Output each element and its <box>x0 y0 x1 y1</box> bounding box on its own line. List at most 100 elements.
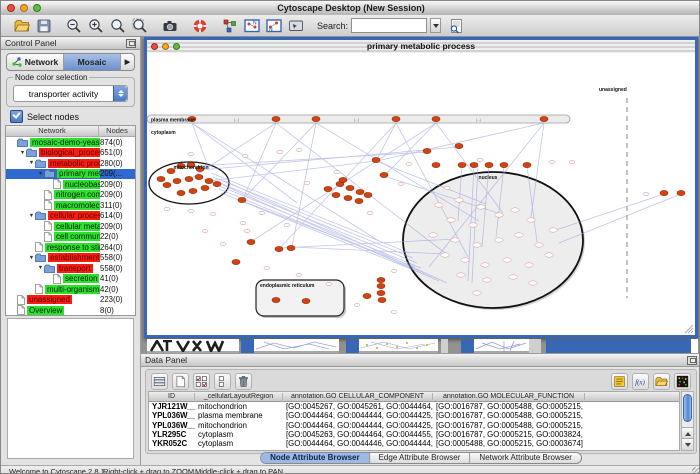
table-cell[interactable]: mitochondrion <box>195 421 283 430</box>
tree-col-nodes[interactable]: Nodes <box>99 126 135 136</box>
attribute-function-button[interactable]: f(x) <box>632 373 649 390</box>
table-row[interactable]: YLR295Ccytoplasm[GO:0045263, GO:0044464,… <box>149 430 679 439</box>
tree-row-unassigned[interactable]: unassigned223(0) <box>6 295 135 306</box>
tree-row-macromolecule[interactable]: macromolecule311(0) <box>6 200 135 211</box>
table-row[interactable]: YJR121W__1mitochondrion[GO:0045267, GO:0… <box>149 402 679 411</box>
attribute-notes-button[interactable] <box>611 373 628 390</box>
tab-network[interactable]: Network <box>7 54 64 70</box>
table-cell[interactable]: [GO:0016787, GO:0005488, GO:0005215, G..… <box>433 402 585 411</box>
birds-eye-view[interactable] <box>7 318 134 459</box>
heatmap-button[interactable] <box>674 373 691 390</box>
column-header[interactable]: _cellularLayoutRegion <box>195 393 283 400</box>
tree-expand-icon[interactable]: ▼ <box>28 213 35 219</box>
table-cell[interactable]: cytoplasm <box>195 430 283 439</box>
table-cell[interactable]: [GO:0044464, GO:0044444, GO:0044425, G..… <box>283 449 433 451</box>
tree-row-secretion[interactable]: secretion41(0) <box>6 274 135 285</box>
table-cell[interactable]: YLR295C <box>149 430 195 439</box>
annotation-monitor-button[interactable] <box>287 17 305 35</box>
table-cell[interactable]: [GO:0044464, GO:0044446, GO:0044444, G..… <box>283 439 433 448</box>
tree-expand-icon[interactable]: ▼ <box>19 150 26 156</box>
table-cell[interactable]: [GO:0016787, GO:0005488, GO:0005215, G..… <box>433 449 585 451</box>
select-nodes-checkbox[interactable] <box>10 110 23 123</box>
table-cell[interactable]: mitochondrion <box>195 402 283 411</box>
background-window-fragment[interactable] <box>691 339 698 353</box>
table-cell[interactable]: YJR121W__1 <box>149 402 195 411</box>
network-canvas[interactable]: [--][--][--]plasma membranecytoplasmmito… <box>147 53 695 335</box>
unselect-attributes-button[interactable] <box>214 373 231 390</box>
scrollbar-thumb[interactable] <box>683 394 692 422</box>
attribute-table-header[interactable]: ID_cellularLayoutRegionannotation.GO CEL… <box>149 392 679 402</box>
tree-row-cellular-process[interactable]: ▼cellular process614(0) <box>6 211 135 222</box>
table-row[interactable]: YPL036W__1mitochondrion[GO:0044464, GO:0… <box>149 421 679 430</box>
delete-attribute-button[interactable] <box>235 373 252 390</box>
search-config-button[interactable] <box>447 17 465 35</box>
tree-row-cell-communicat[interactable]: cell communicat22(0) <box>6 232 135 243</box>
background-window-fragment[interactable] <box>147 339 239 353</box>
scroll-down-button[interactable] <box>682 438 693 450</box>
float-panel-icon[interactable] <box>126 39 136 48</box>
table-cell[interactable]: YPL036W__2 <box>149 411 195 420</box>
table-cell[interactable]: YKR052C <box>149 439 195 448</box>
background-window-fragment[interactable] <box>546 339 691 353</box>
table-cell[interactable]: YDR039C__1 <box>149 449 195 451</box>
table-cell[interactable]: [GO:0005488, GO:0005215, GO:0003674] <box>433 439 585 448</box>
tab-overflow-arrow[interactable]: ▶ <box>121 54 134 70</box>
zoom-in-button[interactable] <box>87 17 105 35</box>
table-cell[interactable]: [GO:0016787, GO:0005215, GO:0003824, G..… <box>433 430 585 439</box>
tree-row-establishment-of-lo[interactable]: ▼establishment of lo558(0) <box>6 253 135 264</box>
tree-row-multi-organism-pro[interactable]: multi-organism pro42(0) <box>6 284 135 295</box>
table-cell[interactable]: cytoplasm <box>195 439 283 448</box>
tree-row-mosaic-demo-yeast[interactable]: mosaic-demo-yeast874(0) <box>6 137 135 148</box>
background-window-fragment[interactable] <box>474 339 529 353</box>
background-window-fragment[interactable] <box>359 339 438 353</box>
attribute-matrix-button[interactable] <box>151 373 168 390</box>
zoom-selected-region-button[interactable] <box>131 17 149 35</box>
column-header[interactable]: annotation.GO CELLULAR_COMPONENT <box>283 393 433 400</box>
tree-row-cellular-metabo[interactable]: cellular metabo209(0) <box>6 221 135 232</box>
tree-expand-icon[interactable]: ▼ <box>28 255 35 261</box>
save-session-button[interactable] <box>35 17 53 35</box>
create-attribute-button[interactable] <box>172 373 189 390</box>
background-window-fragment[interactable] <box>254 339 339 353</box>
help-lifering-button[interactable] <box>191 17 209 35</box>
table-cell[interactable]: YPL036W__1 <box>149 421 195 430</box>
table-cell[interactable]: mitochondrion <box>195 449 283 451</box>
table-row[interactable]: YKR052Ccytoplasm[GO:0044464, GO:0044446,… <box>149 439 679 448</box>
table-cell[interactable]: [GO:0016787, GO:0005488, GO:0005215, G..… <box>433 411 585 420</box>
column-header[interactable]: annotation.GO MOLECULAR_FUNCTION <box>433 393 585 400</box>
tab-network-attribute-browser[interactable]: Network Attribute Browser <box>470 453 580 463</box>
network-view-titlebar[interactable]: primary metabolic process <box>147 40 695 54</box>
tree-row-nitrogen-compo[interactable]: nitrogen compo209(0) <box>6 190 135 201</box>
tree-row-primary-metabo[interactable]: ▼primary metabo209(... <box>6 169 135 180</box>
import-attributes-button[interactable] <box>653 373 670 390</box>
table-cell[interactable]: plasma membrane <box>195 411 283 420</box>
table-row[interactable]: YPL036W__2plasma membrane[GO:0044464, GO… <box>149 411 679 420</box>
background-window-fragment[interactable] <box>346 339 359 353</box>
open-file-button[interactable] <box>13 17 31 35</box>
search-dropdown-button[interactable] <box>430 18 441 33</box>
tree-row-response-to-stimul[interactable]: response to stimul264(0) <box>6 242 135 253</box>
search-input[interactable] <box>351 18 427 33</box>
tab-mosaic[interactable]: Mosaic <box>64 54 121 70</box>
background-window-fragment[interactable] <box>529 339 541 353</box>
tree-col-network[interactable]: Network <box>6 126 99 136</box>
tree-row-metabolic-process[interactable]: ▼metabolic process280(0) <box>6 158 135 169</box>
tab-edge-attribute-browser[interactable]: Edge Attribute Browser <box>370 453 471 463</box>
table-row[interactable]: YDR039C__1mitochondrion[GO:0044464, GO:0… <box>149 448 679 451</box>
tree-row-overview[interactable]: Overview8(0) <box>6 305 135 316</box>
network-view-2-button[interactable]: N <box>265 17 283 35</box>
tree-row-transport[interactable]: ▼transport558(0) <box>6 263 135 274</box>
table-scrollbar[interactable] <box>681 391 694 451</box>
zoom-fit-button[interactable] <box>109 17 127 35</box>
background-window-fragment[interactable] <box>461 339 474 353</box>
select-attributes-button[interactable] <box>193 373 210 390</box>
window-resize-grip[interactable] <box>692 467 700 474</box>
color-attribute-dropdown[interactable]: transporter activity <box>13 85 128 102</box>
table-cell[interactable]: [GO:0016787, GO:0005488, GO:0005215, G..… <box>433 421 585 430</box>
background-window-fragment[interactable] <box>441 339 448 353</box>
tab-node-attribute-browser[interactable]: Node Attribute Browser <box>261 453 370 463</box>
table-cell[interactable]: [GO:0044464, GO:0044444, GO:0044425, G..… <box>283 421 433 430</box>
tree-row-nucleobase-[interactable]: nucleobase-209(0) <box>6 179 135 190</box>
tree-expand-icon[interactable]: ▼ <box>28 160 35 166</box>
table-cell[interactable]: [GO:0045263, GO:0044464, GO:0044455, G..… <box>283 430 433 439</box>
